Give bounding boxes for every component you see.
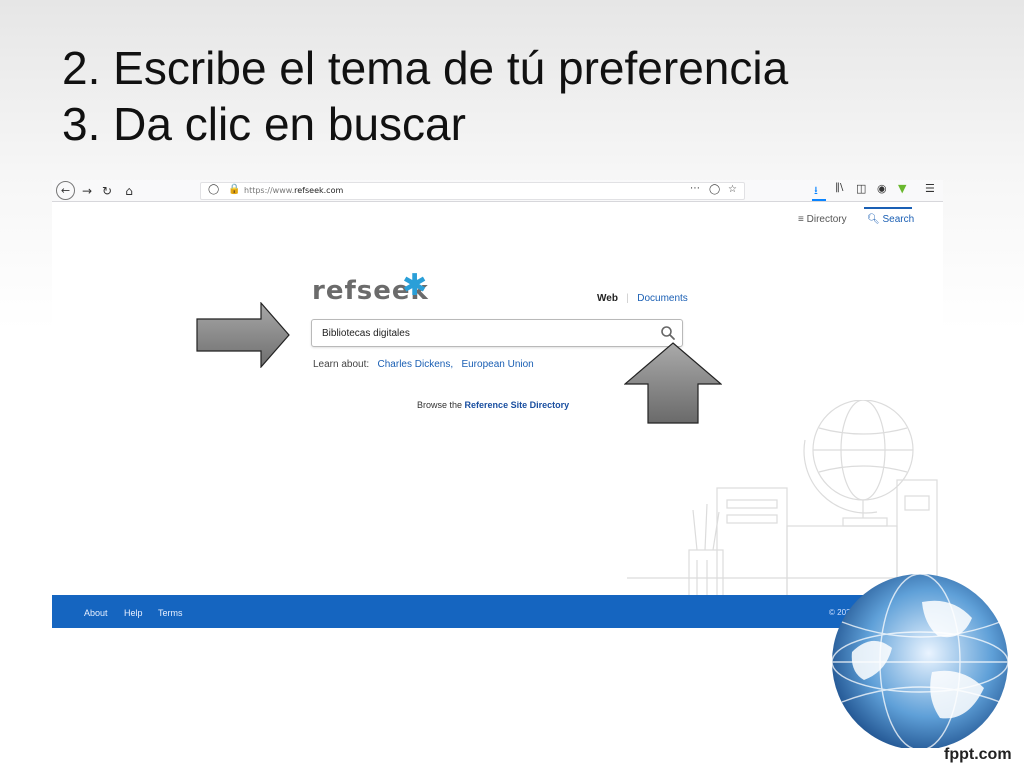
nav-search[interactable]: 🔍︎ Search — [867, 214, 914, 225]
sidebar-icon[interactable]: ◫ — [856, 182, 866, 195]
forward-icon[interactable]: → — [78, 182, 96, 200]
learn-label: Learn about: — [313, 359, 370, 370]
title-line-2: 3. Da clic en buscar — [62, 98, 466, 150]
browser-toolbar: ← → ↻ ⌂ ◯ 🔒 https://www.refseek.com ⋯ ◯ … — [52, 180, 943, 202]
reload-icon[interactable]: ↻ — [98, 182, 116, 200]
more-icon[interactable]: ⋯ — [690, 183, 700, 194]
search-mode-links: Web | Documents — [597, 293, 688, 304]
shield-icon: ◯ — [208, 184, 220, 195]
footer-help-link[interactable]: Help — [124, 608, 143, 618]
account-icon[interactable]: ◉ — [877, 182, 887, 195]
right-arrow-pointer — [196, 302, 290, 368]
footer-terms-link[interactable]: Terms — [158, 608, 183, 618]
url-prefix: https://www. — [244, 186, 295, 195]
learn-about: Learn about: Charles Dickens, European U… — [313, 359, 534, 370]
browse-prefix: Browse the — [417, 400, 463, 410]
nav-search-label: Search — [882, 214, 915, 225]
mode-separator: | — [626, 293, 629, 304]
pocket-icon[interactable]: ◯ — [709, 184, 720, 195]
nav-search-active-bar — [864, 207, 912, 209]
footer-about-link[interactable]: About — [84, 608, 108, 618]
globe-decoration — [831, 573, 1008, 748]
home-icon[interactable]: ⌂ — [120, 182, 138, 200]
nav-directory-label: Directory — [806, 214, 847, 225]
library-icon[interactable]: ‖\ — [835, 182, 843, 193]
title-line-1: 2. Escribe el tema de tú preferencia — [62, 42, 789, 94]
menu-icon[interactable]: ☰ — [925, 182, 935, 195]
mode-documents[interactable]: Documents — [637, 293, 688, 304]
download-indicator — [812, 199, 826, 201]
browser-screenshot: ← → ↻ ⌂ ◯ 🔒 https://www.refseek.com ⋯ ◯ … — [52, 180, 943, 628]
mode-web[interactable]: Web — [597, 293, 618, 304]
url-domain: refseek.com — [294, 186, 344, 195]
search-input[interactable] — [313, 321, 643, 345]
search-icon: 🔍︎ — [867, 214, 880, 225]
lock-icon: 🔒 — [228, 184, 241, 195]
nav-directory[interactable]: ≡ Directory — [798, 214, 847, 225]
back-icon[interactable]: ← — [56, 181, 75, 200]
learn-link-european-union[interactable]: European Union — [461, 359, 533, 370]
extension-icon[interactable]: ▼ — [898, 182, 906, 195]
reference-site-directory-link[interactable]: Reference Site Directory — [465, 400, 570, 410]
learn-link-charles-dickens[interactable]: Charles Dickens, — [378, 359, 454, 370]
up-arrow-pointer — [624, 342, 722, 424]
asterisk-logo-icon: ✱ — [402, 268, 428, 303]
url-bar[interactable]: ◯ 🔒 https://www.refseek.com ⋯ ◯ ☆ — [200, 182, 745, 200]
fppt-watermark: fppt.com — [944, 746, 1012, 763]
slide-title: 2. Escribe el tema de tú preferencia 3. … — [62, 40, 788, 152]
search-icon[interactable] — [660, 325, 676, 341]
browse-directory: Browse the Reference Site Directory — [417, 400, 569, 410]
star-icon[interactable]: ☆ — [728, 184, 737, 195]
page-footer: About Help Terms © 2020 RefSeek.com — [52, 595, 943, 628]
url-text: https://www.refseek.com — [244, 186, 343, 195]
